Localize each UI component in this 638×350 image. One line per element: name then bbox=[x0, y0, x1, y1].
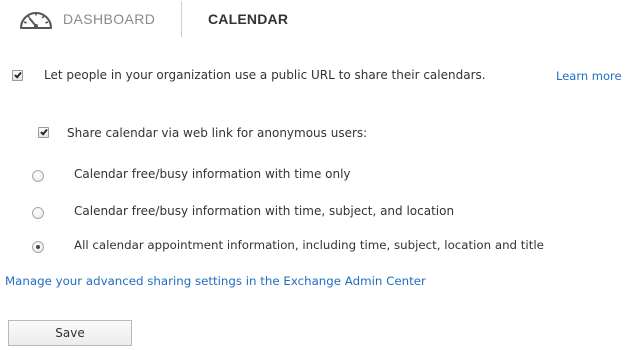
sharing-option-radio[interactable] bbox=[32, 170, 44, 182]
sharing-option-label: Calendar free/busy information with time… bbox=[74, 204, 455, 218]
web-link-label: Share calendar via web link for anonymou… bbox=[67, 126, 368, 140]
web-link-option: Share calendar via web link for anonymou… bbox=[0, 125, 638, 145]
tab-bar: DASHBOARD CALENDAR bbox=[0, 0, 638, 42]
sharing-option-label: All calendar appointment information, in… bbox=[74, 238, 544, 252]
tab-dashboard[interactable]: DASHBOARD bbox=[63, 11, 155, 27]
public-url-checkbox[interactable] bbox=[12, 70, 23, 81]
sharing-option-all-details: All calendar appointment information, in… bbox=[0, 237, 638, 257]
sharing-option-free-busy-subject-location: Calendar free/busy information with time… bbox=[0, 203, 638, 223]
web-link-checkbox[interactable] bbox=[38, 127, 49, 138]
calendar-settings-page: DASHBOARD CALENDAR Let people in your or… bbox=[0, 0, 638, 350]
save-button[interactable]: Save bbox=[8, 320, 132, 346]
sharing-option-radio-selected[interactable] bbox=[32, 241, 44, 253]
public-url-option: Let people in your organization use a pu… bbox=[0, 66, 638, 86]
manage-sharing-link[interactable]: Manage your advanced sharing settings in… bbox=[5, 274, 426, 288]
tab-calendar[interactable]: CALENDAR bbox=[208, 11, 288, 27]
sharing-option-free-busy-time: Calendar free/busy information with time… bbox=[0, 166, 638, 186]
sharing-option-label: Calendar free/busy information with time… bbox=[74, 167, 351, 181]
public-url-label: Let people in your organization use a pu… bbox=[44, 68, 486, 82]
tab-divider bbox=[181, 1, 182, 37]
dashboard-gauge-icon[interactable] bbox=[18, 7, 54, 31]
sharing-option-radio[interactable] bbox=[32, 207, 44, 219]
learn-more-link[interactable]: Learn more bbox=[556, 69, 622, 83]
